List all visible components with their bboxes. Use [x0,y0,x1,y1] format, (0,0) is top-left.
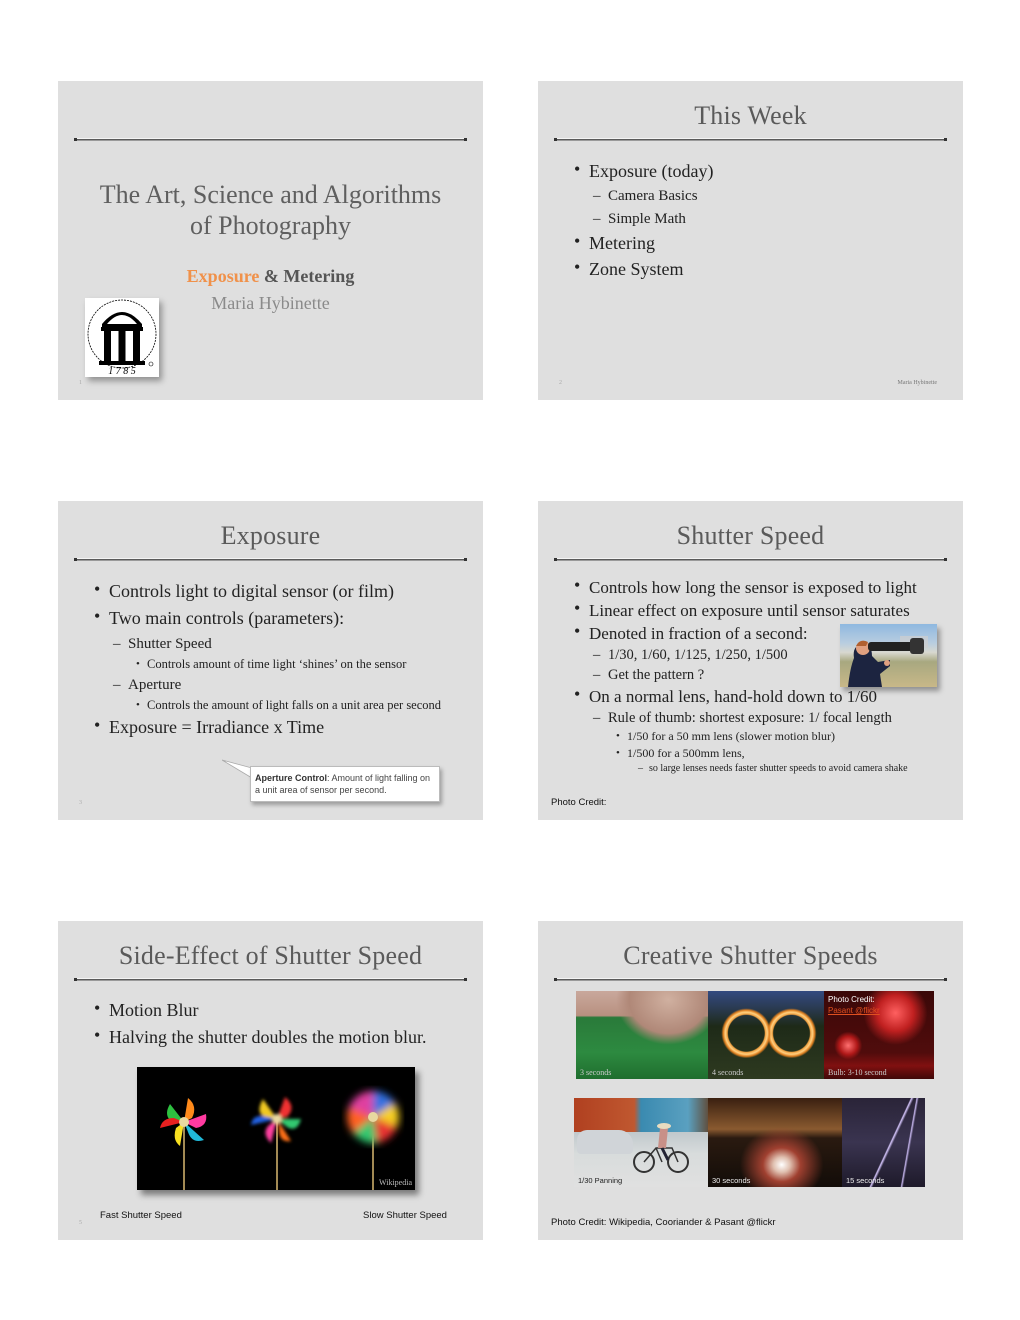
university-arch-logo-icon: 1 7 8 5 [85,298,159,377]
photo-caption: Bulb: 3-10 second [828,1068,887,1077]
title-rule [554,558,947,561]
title-line-2: of Photography [189,211,352,240]
photo-credit: Photo Credit: Wikipedia, Cooriander & Pa… [551,1217,776,1228]
subtitle: Exposure & Metering [58,266,483,287]
bullet-item: Motion Blur [94,997,469,1021]
sub-bullet-text: 1/30, 1/60, 1/125, 1/250, 1/500 [608,647,788,663]
title-rule [74,978,467,981]
bullet-item: Linear effect on exposure until sensor s… [574,598,949,621]
cyclist-panning-photo: 1/30 Panning [574,1098,708,1187]
sub-bullet-text: Simple Math [608,211,686,227]
credit-link[interactable]: Pasant @flickr [828,1005,880,1016]
title-rule [74,138,467,141]
credit-label: Photo Credit: [828,995,875,1004]
sub-sub-bullet-item: Controls the amount of light falls on a … [94,698,469,713]
slide-number: 5 [79,1220,82,1226]
fireworks-credit: Photo Credit: Pasant @flickr [828,994,880,1016]
slide-number: 2 [559,380,562,386]
title-rule [554,138,947,141]
presentation-title: The Art, Science and Algorithms of Photo… [58,179,483,241]
sub-bullet-item: – Camera Basics [593,188,698,204]
photographer-photo [840,624,937,687]
sub-bullet-item: – Aperture [113,677,182,693]
bullet-item: On a normal lens, hand-hold down to 1/60 [574,684,949,707]
fireworks-photo: Photo Credit: Pasant @flickr Bulb: 3-10 … [824,991,934,1079]
cyclist-icon [633,1123,689,1173]
billiards-photo: 3 seconds [576,991,708,1079]
car-shape [577,1130,633,1154]
bullet-list: Exposure (today) –Camera Basics –Simple … [574,158,949,284]
sub-bullet-item: – Shutter Speed [113,636,212,652]
slide-4-shutter-speed: Shutter Speed Controls how long the sens… [538,501,963,820]
photo-caption: 30 seconds [712,1176,751,1185]
sparkler-photo: 4 seconds [708,991,824,1079]
slide-3-exposure: Exposure Controls light to digital senso… [58,501,483,820]
bullet-item: Controls light to digital sensor (or fil… [94,578,469,602]
highway-light-trails-photo: 30 seconds [708,1098,842,1187]
lightning-photo: 15 seconds [842,1098,925,1187]
slide-6-creative-shutter: Creative Shutter Speeds 3 seconds 4 seco… [538,921,963,1240]
sub-bullet-item: – Simple Math [593,211,686,227]
sub-bullet-text: Camera Basics [608,188,698,204]
slow-shutter-label: Slow Shutter Speed [363,1210,447,1221]
bullet-item: Zone System [574,256,949,280]
slide-5-side-effect: Side-Effect of Shutter Speed Motion Blur… [58,921,483,1240]
subtitle-accent: Exposure [186,266,260,286]
image-watermark: Wikipedia [379,1178,412,1187]
title-rule [554,978,947,981]
title-rule [74,558,467,561]
callout-heading: Aperture Control [255,773,327,783]
level-4-item: – so large lenses needs faster shutter sp… [638,763,908,774]
title-line-1: The Art, Science and Algorithms [99,180,442,209]
sub-bullet-text: Shutter Speed [128,636,212,652]
slide-title: Side-Effect of Shutter Speed [118,941,423,970]
bullet-item: Two main controls (parameters): [94,605,469,629]
logo-year: 1 7 8 5 [108,366,136,377]
level-4-text: so large lenses needs faster shutter spe… [649,763,908,774]
sub-bullet-text: Aperture [128,677,182,693]
slide-title: Creative Shutter Speeds [623,941,878,970]
bullet-item: Exposure = Irradiance x Time [94,714,469,738]
bullet-item: Exposure (today) [574,158,949,182]
sub-sub-bullet-item: Controls amount of time light ‘shines’ o… [94,657,469,672]
photo-caption: 4 seconds [712,1068,744,1077]
footer-author: Maria Hybinette [897,380,938,386]
photo-credit: Photo Credit: [551,797,607,808]
slide-number: 1 [79,380,82,386]
aperture-callout: Aperture Control: Amount of light fallin… [250,766,440,802]
fast-shutter-label: Fast Shutter Speed [100,1210,182,1221]
bullet-item: Metering [574,230,949,254]
sub-bullet-text: Rule of thumb: shortest exposure: 1/ foc… [608,710,892,726]
bullet-list: Controls light to digital sensor (or fil… [94,578,469,743]
bullet-list: Motion Blur Halving the shutter doubles … [94,997,469,1053]
slide-title: This Week [694,101,807,130]
sub-sub-bullet-item: 1/500 for a 500mm lens, [574,746,949,761]
pinwheels-motion-blur-photo: Wikipedia [137,1067,415,1190]
sub-bullet-text: Get the pattern ? [608,667,705,683]
slide-title: Exposure [220,521,321,550]
photo-caption: 3 seconds [580,1068,612,1077]
photo-caption: 1/30 Panning [578,1176,623,1185]
sub-bullet-item: – Rule of thumb: shortest exposure: 1/ fo… [593,710,892,726]
slide-2-this-week: This Week Exposure (today) –Camera Basic… [538,81,963,400]
photo-caption: 15 seconds [846,1176,885,1185]
bullet-item: Controls how long the sensor is exposed … [574,575,949,598]
bullet-item: Halving the shutter doubles the motion b… [94,1024,469,1048]
subtitle-rest: & Metering [259,266,355,286]
slide-1-title: The Art, Science and Algorithms of Photo… [58,81,483,400]
slide-number: 3 [79,800,82,806]
sub-sub-bullet-item: 1/50 for a 50 mm lens (slower motion blu… [574,729,949,744]
slide-title: Shutter Speed [676,521,825,550]
